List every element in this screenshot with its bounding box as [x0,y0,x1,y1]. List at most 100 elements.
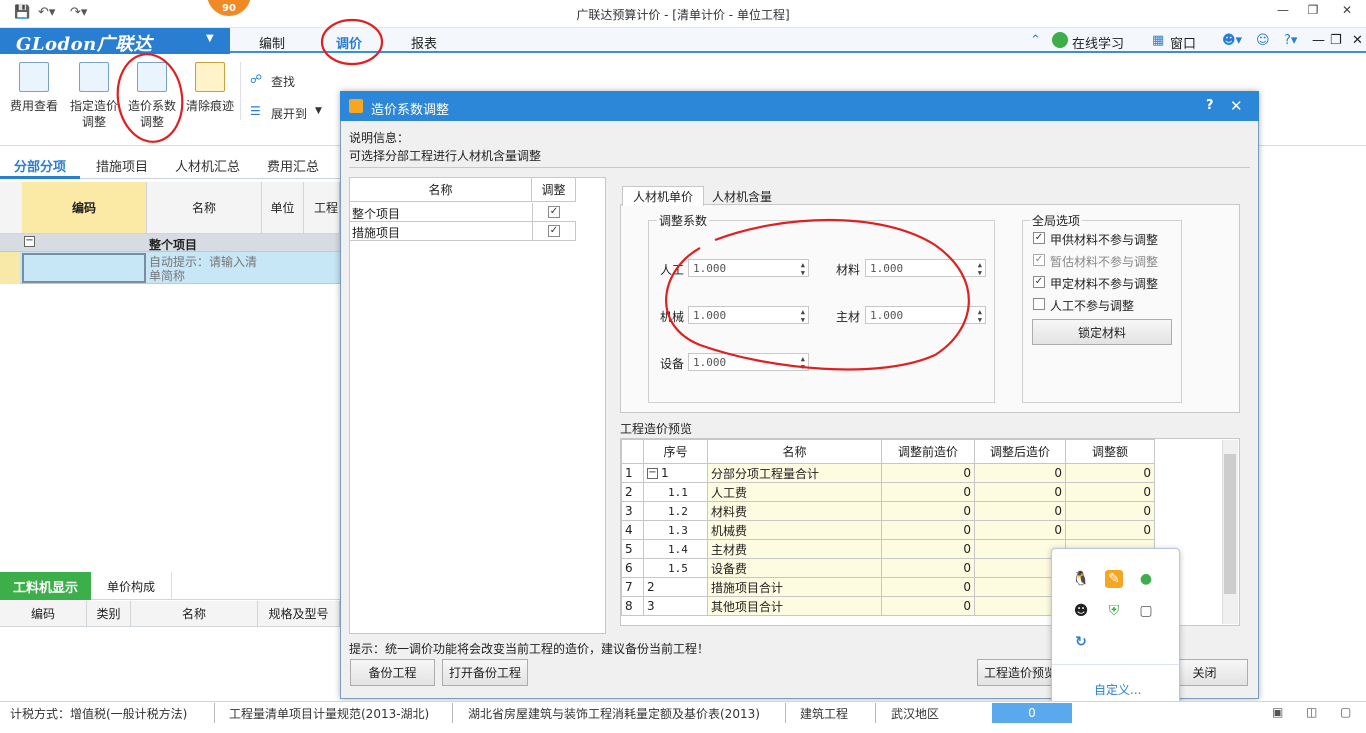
grid-col-unit[interactable]: 单位 [262,182,304,234]
bottom-col-type[interactable]: 类别 [87,601,131,627]
status-quota: 湖北省房屋建筑与装饰工程消耗量定额及基价表(2013) [468,707,760,721]
clear-trace-button[interactable]: 清除痕迹 [182,60,238,114]
qq-icon[interactable]: 🐧 [1072,570,1090,588]
preview-cell-seq: 3 [643,596,708,616]
help-icon[interactable]: ?▾ [1284,33,1297,48]
ribbon-restore-icon[interactable]: ❐ [1330,33,1342,48]
menu-report[interactable]: 报表 [411,33,437,52]
option-label: 甲定材料不参与调整 [1050,277,1159,291]
preview-cell-after: 0 [974,463,1066,483]
minimize-icon[interactable]: — [1270,3,1296,23]
option-checkbox[interactable] [1033,298,1045,310]
preview-cell-seq: 1.2 [643,501,708,521]
ribbon-min-icon[interactable]: — [1312,33,1325,48]
code-cell[interactable] [22,253,146,283]
bottom-col-code[interactable]: 编码 [0,601,87,627]
logo[interactable]: GLodon广联达 ▼ [0,28,230,55]
preview-cell-seq: 1.5 [643,558,708,578]
expand-to-button[interactable]: 展开到 [271,105,307,122]
option-checkbox[interactable]: ✓ [1033,254,1045,266]
desc-label: 说明信息： [349,131,410,145]
collapse-icon[interactable]: ⌃ [1030,33,1041,48]
split-icon[interactable]: ◫ [1306,705,1317,719]
list-item-checkbox[interactable]: ✓ [548,206,560,218]
shield-icon[interactable]: ⛨ [1105,602,1123,620]
lock-material-button[interactable]: 锁定材料 [1032,319,1172,345]
grid-col-qty[interactable]: 工程 [304,182,340,234]
preview-cell-after: 0 [974,520,1066,540]
coef-adjust-label: 造价系数调整 [127,99,176,129]
main-material-coef-input[interactable]: 1.000 ▲ ▼ [865,306,986,324]
table-row[interactable]: 3 1.2 材料费 0 0 0 [621,501,1155,521]
bottom-col-spec[interactable]: 规格及型号 [258,601,340,627]
user-icon[interactable]: ☻▾ [1222,33,1242,48]
preview-cell-seq: 1.3 [643,520,708,540]
tab-measures[interactable]: 措施项目 [96,156,148,175]
table-row[interactable]: 1−1 分部分项工程量合计 0 0 0 [621,463,1155,483]
grid-col-name[interactable]: 名称 [147,182,262,234]
full-icon[interactable]: ▢ [1340,705,1351,719]
collapse-icon[interactable]: − [647,468,658,479]
status-sep [214,703,215,723]
tab-labor-summary[interactable]: 人材机汇总 [175,156,240,175]
preview-cell-seq: −1 [643,463,708,483]
glodon-icon[interactable]: ✎ [1105,570,1123,588]
title-bar: 广联达预算计价 - [清单计价 - 单位工程] [0,0,1366,28]
labor-coef-input[interactable]: 1.000 ▲ ▼ [688,259,809,277]
close-icon[interactable]: ✕ [1334,3,1360,23]
grid-col-code[interactable]: 编码 [22,182,147,234]
tab-unit-price[interactable]: 单价构成 [91,572,172,600]
option-checkbox[interactable]: ✓ [1033,276,1045,288]
preview-cell-before: 0 [881,520,975,540]
ribbon-close-icon[interactable]: ✕ [1352,33,1363,48]
tab-sub-items[interactable]: 分部分项 [14,156,66,175]
hint-cell[interactable]: 自动提示：请输入清单简称 [149,255,261,283]
preview-cell-name: 措施项目合计 [707,577,882,597]
preview-cell-name: 人工费 [707,482,882,502]
refresh-icon[interactable]: ↻ [1072,633,1090,651]
menu-edit[interactable]: 编制 [259,33,285,52]
tab-material-display[interactable]: 工料机显示 [0,572,91,600]
desc-text: 可选择分部工程进行人材机含量调整 [349,149,542,163]
equipment-coef-input[interactable]: 1.000 ▲ ▼ [688,353,809,371]
contacts-icon[interactable]: ☻ [1072,602,1090,620]
restore-icon[interactable]: ❐ [1300,3,1326,23]
preview-col-diff: 调整额 [1065,439,1155,464]
backup-button[interactable]: 备份工程 [350,659,435,686]
list-item-checkbox[interactable]: ✓ [548,225,560,237]
close-icon[interactable]: ✕ [1230,97,1243,115]
collapse-icon[interactable]: − [24,236,35,247]
specify-adjust-button[interactable]: 指定造价调整 [66,60,122,130]
preview-cell-name: 分部分项工程量合计 [707,463,882,483]
tab-quantity-coef[interactable]: 人材机含量 [712,188,772,205]
preview-cell-n: 7 [621,577,644,597]
cost-view-button[interactable]: 费用查看 [6,60,62,114]
table-row[interactable]: 4 1.3 机械费 0 0 0 [621,520,1155,540]
customize-link[interactable]: 自定义... [1094,681,1141,698]
wechat-icon[interactable]: ● [1137,570,1155,588]
service-icon[interactable]: ☺ [1256,33,1270,48]
layout-icon[interactable]: ▣ [1272,705,1283,719]
preview-cell-name: 机械费 [707,520,882,540]
undo-icon[interactable]: ↶▾ [38,5,55,20]
tab-fee-summary[interactable]: 费用汇总 [267,156,319,175]
find-button[interactable]: 查找 [271,73,295,90]
window-title: 广联达预算计价 - [清单计价 - 单位工程] [576,8,790,22]
save-icon[interactable]: 💾 [14,5,30,20]
bottom-col-name[interactable]: 名称 [131,601,258,627]
open-backup-button[interactable]: 打开备份工程 [442,659,528,686]
redo-icon[interactable]: ↷▾ [70,5,87,20]
menu-adjust-price[interactable]: 调价 [336,33,362,52]
expand-chevron-icon[interactable]: ▼ [315,106,322,116]
online-learning[interactable]: 在线学习 [1072,33,1124,52]
usb-icon[interactable]: ▢ [1137,602,1155,620]
tab-unit-price-coef[interactable]: 人材机单价 [622,186,704,206]
coef-adjust-button[interactable]: 造价系数调整 [124,60,180,130]
machine-coef-input[interactable]: 1.000 ▲ ▼ [688,306,809,324]
table-row[interactable]: 2 1.1 人工费 0 0 0 [621,482,1155,502]
scrollbar-thumb[interactable] [1224,454,1236,594]
help-icon[interactable]: ? [1206,98,1214,113]
option-checkbox[interactable]: ✓ [1033,232,1045,244]
material-coef-input[interactable]: 1.000 ▲ ▼ [865,259,986,277]
window-menu[interactable]: 窗口 [1170,33,1196,52]
